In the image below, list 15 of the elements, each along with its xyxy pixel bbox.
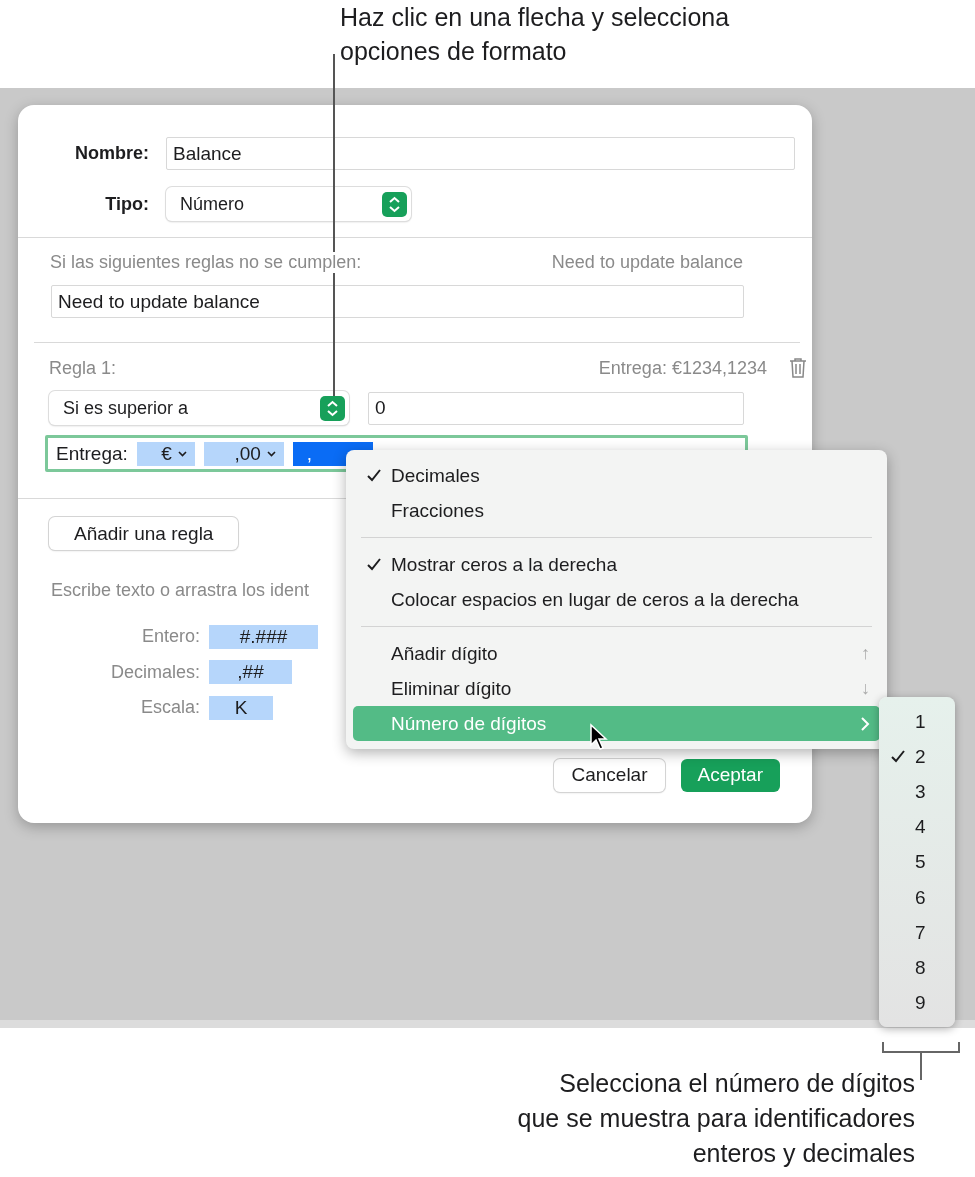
identifier-label: Entero: — [140, 626, 200, 648]
rules-label: Si las siguientes reglas no se cumplen: — [50, 252, 362, 273]
callout-text: Haz clic en una flecha y selecciona opciones de formato — [339, 2, 731, 67]
format-label: Entrega: — [56, 442, 128, 465]
shortcut-arrow: ↓ — [861, 678, 870, 699]
identifier-label: Escala: — [139, 697, 200, 719]
rule-title: Regla 1: — [49, 357, 117, 379]
shortcut-arrow: ↑ — [861, 643, 870, 664]
identifier-label: Decimales: — [109, 661, 200, 683]
callout-text: Selecciona el número de dígitos que se muestra para identificadores enteros y decimales — [517, 1068, 915, 1169]
name-label: Nombre: — [74, 143, 149, 164]
hint-text: Escribe texto o arrastra los ident — [51, 580, 310, 600]
type-label: Tipo: — [104, 193, 149, 215]
message-preview: Need to update balance — [551, 252, 743, 273]
rule-preview: Entrega: €1234,1234 — [598, 357, 767, 379]
